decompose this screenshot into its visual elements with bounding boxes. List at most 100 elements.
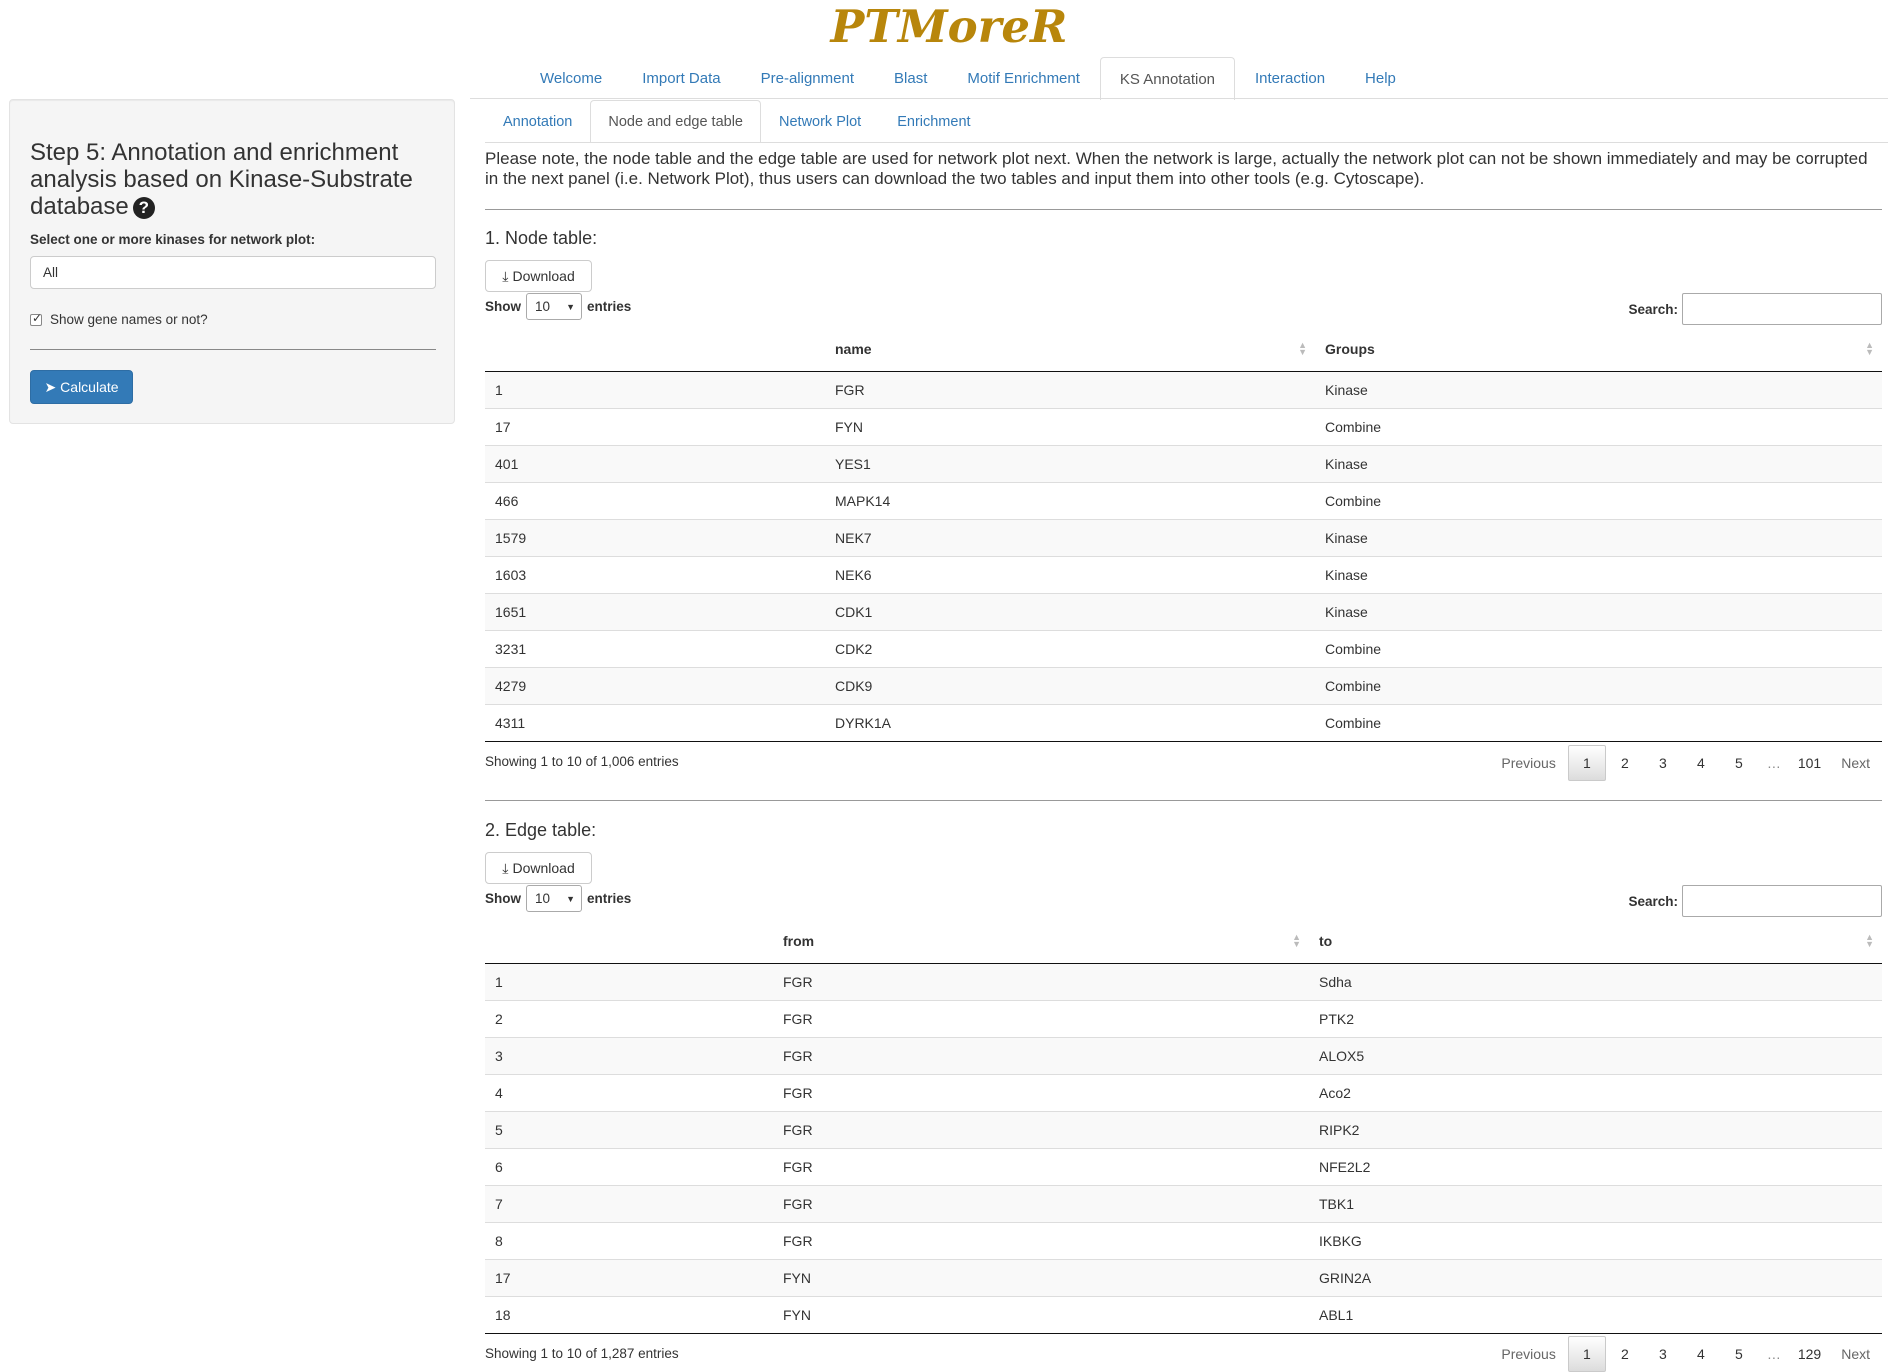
edge-col-index[interactable] (485, 920, 773, 964)
node-search-input[interactable] (1682, 293, 1882, 325)
node-length-select[interactable]: 10 ▼ (526, 293, 582, 320)
node-download-button[interactable]: ⤓ Download (485, 260, 592, 292)
subtab-enrichment[interactable]: Enrichment (879, 100, 988, 142)
tab-ks-annotation[interactable]: KS Annotation (1099, 57, 1235, 100)
node-page-2[interactable]: 2 (1606, 745, 1644, 781)
table-row[interactable]: 1 FGR Sdha (485, 963, 1882, 1000)
subtab-annotation[interactable]: Annotation (485, 100, 590, 142)
kinase-select-input[interactable]: All (30, 256, 436, 289)
tab-motif-enrichment[interactable]: Motif Enrichment (947, 57, 1100, 99)
sort-icon: ▲ ▼ (1292, 932, 1301, 949)
node-page-4[interactable]: 4 (1682, 745, 1720, 781)
row-index: 1 (495, 973, 503, 990)
row-index: 8 (485, 1221, 773, 1259)
paper-plane-icon: ➤ (44, 378, 57, 395)
node-previous-button[interactable]: Previous (1489, 745, 1567, 781)
edge-col-to[interactable]: to ▲ ▼ (1309, 920, 1882, 964)
edge-download-button[interactable]: ⤓ Download (485, 852, 592, 884)
node-page-last[interactable]: 101 (1790, 745, 1829, 781)
node-name: FYN (825, 407, 1315, 445)
table-row[interactable]: 2 FGR PTK2 (485, 999, 1882, 1037)
edge-next-button[interactable]: Next (1829, 1336, 1882, 1372)
row-index: 17 (485, 1258, 773, 1296)
table-row[interactable]: 1651 CDK1 Kinase (485, 592, 1882, 630)
table-row[interactable]: 3231 CDK2 Combine (485, 629, 1882, 667)
row-index: 1603 (485, 555, 825, 593)
edge-table-info: Showing 1 to 10 of 1,287 entries (485, 1346, 679, 1361)
section-divider (485, 209, 1882, 210)
table-row[interactable]: 1579 NEK7 Kinase (485, 518, 1882, 556)
node-page-3[interactable]: 3 (1644, 745, 1682, 781)
node-name: CDK2 (825, 629, 1315, 667)
tab-import-data[interactable]: Import Data (622, 57, 740, 99)
edge-to: TBK1 (1309, 1184, 1882, 1222)
table-row[interactable]: 7 FGR TBK1 (485, 1184, 1882, 1222)
edge-page-4[interactable]: 4 (1682, 1336, 1720, 1372)
table-row[interactable]: 3 FGR ALOX5 (485, 1036, 1882, 1074)
show-gene-names-checkbox[interactable] (30, 311, 42, 326)
edge-from: FGR (783, 973, 813, 990)
node-col-groups[interactable]: Groups ▲ ▼ (1315, 328, 1882, 372)
table-row[interactable]: 4 FGR Aco2 (485, 1073, 1882, 1111)
table-row[interactable]: 5 FGR RIPK2 (485, 1110, 1882, 1148)
edge-col-from-label: from (783, 933, 815, 950)
section-divider (485, 800, 1882, 801)
node-name: FGR (835, 381, 865, 398)
table-row[interactable]: 401 YES1 Kinase (485, 444, 1882, 482)
node-table-header: name ▲ ▼ Groups ▲ ▼ (485, 328, 1882, 372)
tab-pre-alignment[interactable]: Pre-alignment (741, 57, 874, 99)
edge-length-select[interactable]: 10 ▼ (526, 885, 582, 912)
node-show-label: Show (485, 299, 521, 314)
row-index: 3231 (485, 629, 825, 667)
node-name: CDK1 (825, 592, 1315, 630)
row-index: 7 (485, 1184, 773, 1222)
table-row[interactable]: 17 FYN GRIN2A (485, 1258, 1882, 1296)
edge-page-1[interactable]: 1 (1567, 1336, 1606, 1372)
edge-page-5[interactable]: 5 (1720, 1336, 1758, 1372)
edge-col-from[interactable]: from ▲ ▼ (773, 920, 1309, 964)
show-gene-names-option[interactable]: Show gene names or not? (30, 311, 208, 327)
node-name: CDK9 (825, 666, 1315, 704)
node-page-ellipsis: … (1766, 755, 1781, 771)
node-length-control: Show 10 ▼ entries (485, 293, 631, 320)
table-row[interactable]: 8 FGR IKBKG (485, 1221, 1882, 1259)
node-page-5[interactable]: 5 (1720, 745, 1758, 781)
tab-welcome[interactable]: Welcome (520, 57, 622, 99)
row-index: 4 (485, 1073, 773, 1111)
edge-page-last[interactable]: 129 (1790, 1336, 1829, 1372)
node-name: MAPK14 (825, 481, 1315, 519)
tab-help[interactable]: Help (1345, 57, 1416, 99)
edge-previous-button[interactable]: Previous (1489, 1336, 1567, 1372)
calculate-button[interactable]: ➤ Calculate (30, 370, 133, 404)
table-row[interactable]: 466 MAPK14 Combine (485, 481, 1882, 519)
node-col-name[interactable]: name ▲ ▼ (825, 328, 1315, 372)
question-circle-icon[interactable]: ? (132, 197, 155, 219)
subtab-network-plot[interactable]: Network Plot (761, 100, 879, 142)
edge-search-input[interactable] (1682, 885, 1882, 917)
table-row[interactable]: 18 FYN ABL1 (485, 1295, 1882, 1334)
node-page-1[interactable]: 1 (1567, 745, 1606, 781)
table-row[interactable]: 1603 NEK6 Kinase (485, 555, 1882, 593)
table-row[interactable]: 4279 CDK9 Combine (485, 666, 1882, 704)
edge-page-2[interactable]: 2 (1606, 1336, 1644, 1372)
tab-blast[interactable]: Blast (874, 57, 947, 99)
edge-from: FGR (773, 1110, 1309, 1148)
row-index: 1 (495, 381, 503, 398)
edge-page-3[interactable]: 3 (1644, 1336, 1682, 1372)
sort-icon: ▲ ▼ (1865, 932, 1874, 949)
node-group: Combine (1315, 666, 1882, 704)
node-col-index[interactable] (485, 328, 825, 372)
tab-interaction[interactable]: Interaction (1235, 57, 1345, 99)
show-gene-names-label: Show gene names or not? (50, 312, 208, 327)
node-group: Kinase (1315, 518, 1882, 556)
node-next-button[interactable]: Next (1829, 745, 1882, 781)
table-row[interactable]: 6 FGR NFE2L2 (485, 1147, 1882, 1185)
kinase-select-label: Select one or more kinases for network p… (30, 232, 316, 247)
row-index: 5 (485, 1110, 773, 1148)
table-row[interactable]: 4311 DYRK1A Combine (485, 703, 1882, 742)
table-row[interactable]: 17 FYN Combine (485, 407, 1882, 445)
subtab-node-and-edge-table[interactable]: Node and edge table (590, 100, 761, 143)
node-name: NEK6 (825, 555, 1315, 593)
node-col-groups-label: Groups (1325, 341, 1375, 358)
table-row[interactable]: 1 FGR Kinase (485, 371, 1882, 408)
